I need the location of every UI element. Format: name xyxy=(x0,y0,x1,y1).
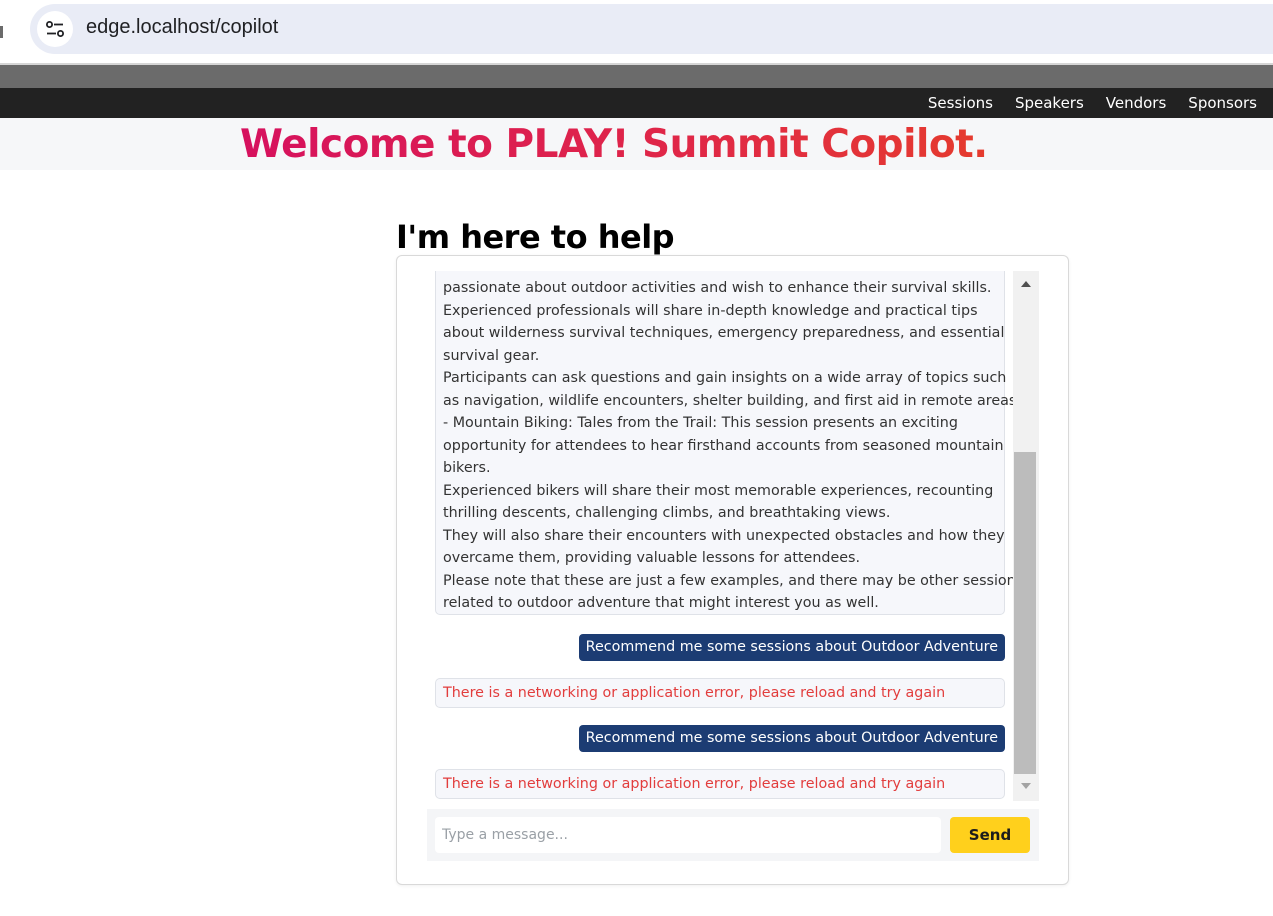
bot-message-line: as navigation, wildlife encounters, shel… xyxy=(443,392,1013,409)
bot-message-line: They will also share their encounters wi… xyxy=(443,527,1005,544)
scroll-up-arrow-icon[interactable] xyxy=(1021,281,1031,287)
error-message: There is a networking or application err… xyxy=(435,769,1005,799)
top-gray-band xyxy=(0,65,1273,88)
chat-panel: passionate about outdoor activities and … xyxy=(396,255,1069,885)
user-message: Recommend me some sessions about Outdoor… xyxy=(578,634,1005,661)
bot-message-line: - Mountain Biking: Tales from the Trail:… xyxy=(443,415,958,431)
bot-message-line: Please note that these are just a few ex… xyxy=(443,572,1013,589)
bot-message-line: thrilling descents, challenging climbs, … xyxy=(443,505,891,521)
bot-message-line: overcame them, providing valuable lesson… xyxy=(443,550,861,566)
help-heading: I'm here to help xyxy=(396,218,675,256)
scroll-down-arrow-icon[interactable] xyxy=(1021,783,1031,789)
nav-item-speakers[interactable]: Speakers xyxy=(1015,94,1084,112)
user-message: Recommend me some sessions about Outdoor… xyxy=(578,725,1005,752)
bot-message-line: passionate about outdoor activities and … xyxy=(443,280,992,296)
bot-message-line: opportunity for attendees to hear firsth… xyxy=(443,437,1004,454)
nav-item-sessions[interactable]: Sessions xyxy=(928,94,993,112)
browser-edge xyxy=(0,26,3,38)
browser-toolbar: edge.localhost/copilot xyxy=(0,0,1273,64)
message-input[interactable] xyxy=(435,817,941,853)
bot-message-line: about wilderness survival techniques, em… xyxy=(443,325,1005,341)
bot-message-line: Participants can ask questions and gain … xyxy=(443,370,1007,386)
message-scrollbar[interactable] xyxy=(1013,271,1039,801)
composer: Send xyxy=(427,809,1039,861)
bot-message: passionate about outdoor activities and … xyxy=(435,271,1013,615)
url-text[interactable]: edge.localhost/copilot xyxy=(86,16,278,39)
main-nav: Sessions Speakers Vendors Sponsors xyxy=(928,88,1257,118)
send-button[interactable]: Send xyxy=(950,817,1030,853)
page-title: Welcome to PLAY! Summit Copilot. xyxy=(240,122,988,167)
bot-message-line: related to outdoor adventure that might … xyxy=(443,595,879,611)
nav-item-sponsors[interactable]: Sponsors xyxy=(1188,94,1257,112)
error-message: There is a networking or application err… xyxy=(435,678,1005,708)
message-list[interactable]: passionate about outdoor activities and … xyxy=(435,271,1013,801)
tune-icon xyxy=(46,21,64,37)
bot-message-line: Experienced bikers will share their most… xyxy=(443,482,994,499)
bot-message-line: Experienced professionals will share in-… xyxy=(443,302,978,319)
nav-item-vendors[interactable]: Vendors xyxy=(1106,94,1167,112)
site-info-button[interactable] xyxy=(37,11,73,47)
top-nav-bar: Sessions Speakers Vendors Sponsors xyxy=(0,88,1273,118)
bot-message-line: bikers. xyxy=(443,460,491,476)
scrollbar-thumb[interactable] xyxy=(1014,452,1036,774)
bot-message-line: survival gear. xyxy=(443,347,540,364)
